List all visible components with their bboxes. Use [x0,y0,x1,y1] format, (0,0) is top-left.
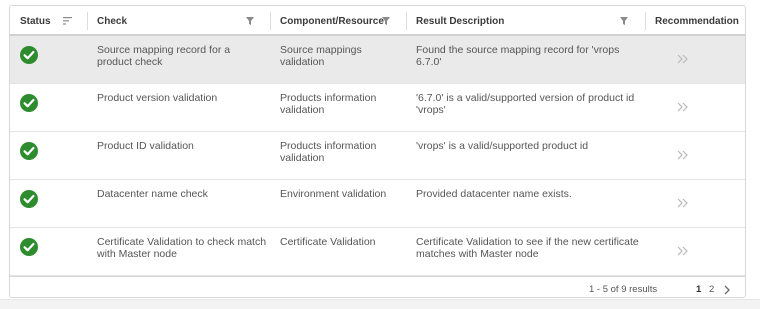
check-circle-icon [20,94,38,112]
component-cell: Products information validation [280,140,377,164]
column-header-result[interactable]: Result Description [416,6,504,36]
page-bottom-strip [0,299,760,309]
filter-icon[interactable] [382,17,390,25]
check-cell: Source mapping record for a product chec… [97,44,231,68]
result-cell: '6.7.0' is a valid/supported version of … [416,92,635,116]
grid-header: Status Check Component/Resource Result D… [10,6,745,36]
check-cell: Datacenter name check [97,188,208,200]
column-header-check[interactable]: Check [97,6,127,36]
check-cell: Product ID validation [97,140,194,152]
result-cell: Found the source mapping record for 'vro… [416,44,620,68]
page-link-2[interactable]: 2 [709,284,714,295]
check-circle-icon [20,142,38,160]
component-cell: Environment validation [280,188,387,200]
column-separator[interactable] [645,12,646,30]
filter-icon[interactable] [620,17,628,25]
table-row[interactable]: Source mapping record for a product chec… [10,36,745,84]
double-chevron-right-icon[interactable] [677,102,689,112]
column-header-component-label: Component/Resource [280,15,384,27]
grid-footer: 1 - 5 of 9 results 1 2 [10,276,745,297]
component-cell: Products information validation [280,92,377,116]
table-row[interactable]: Certificate Validation to check match wi… [10,228,745,276]
component-cell: Source mappings validation [280,44,362,68]
column-header-status[interactable]: Status [20,6,51,36]
table-row[interactable]: Product version validation Products info… [10,84,745,132]
column-separator[interactable] [406,12,407,30]
column-header-recommendation-label: Recommendation [655,15,739,27]
sort-icon[interactable] [63,17,72,25]
chevron-right-icon[interactable] [723,285,731,295]
column-separator[interactable] [270,12,271,30]
double-chevron-right-icon[interactable] [677,54,689,64]
check-circle-icon [20,46,38,64]
result-cell: Provided datacenter name exists. [416,188,572,200]
validation-results-grid: Status Check Component/Resource Result D… [9,5,746,298]
column-header-recommendation[interactable]: Recommendation [655,6,739,36]
double-chevron-right-icon[interactable] [677,150,689,160]
check-circle-icon [20,238,38,256]
check-cell: Product version validation [97,92,218,104]
table-row[interactable]: Product ID validation Products informati… [10,132,745,180]
double-chevron-right-icon[interactable] [677,246,689,256]
result-cell: Certificate Validation to see if the new… [416,236,639,260]
page-link-1[interactable]: 1 [696,284,701,295]
filter-icon[interactable] [246,17,254,25]
column-header-check-label: Check [97,15,128,27]
component-cell: Certificate Validation [280,236,376,248]
table-row[interactable]: Datacenter name check Environment valida… [10,180,745,228]
column-header-result-label: Result Description [416,15,505,27]
column-header-component[interactable]: Component/Resource [280,6,384,36]
result-cell: 'vrops' is a valid/supported product id [416,140,589,152]
check-circle-icon [20,190,38,208]
check-cell: Certificate Validation to check match wi… [97,236,267,260]
column-header-status-label: Status [20,15,51,27]
results-count: 1 - 5 of 9 results [589,284,658,295]
column-separator[interactable] [87,12,88,30]
double-chevron-right-icon[interactable] [677,198,689,208]
